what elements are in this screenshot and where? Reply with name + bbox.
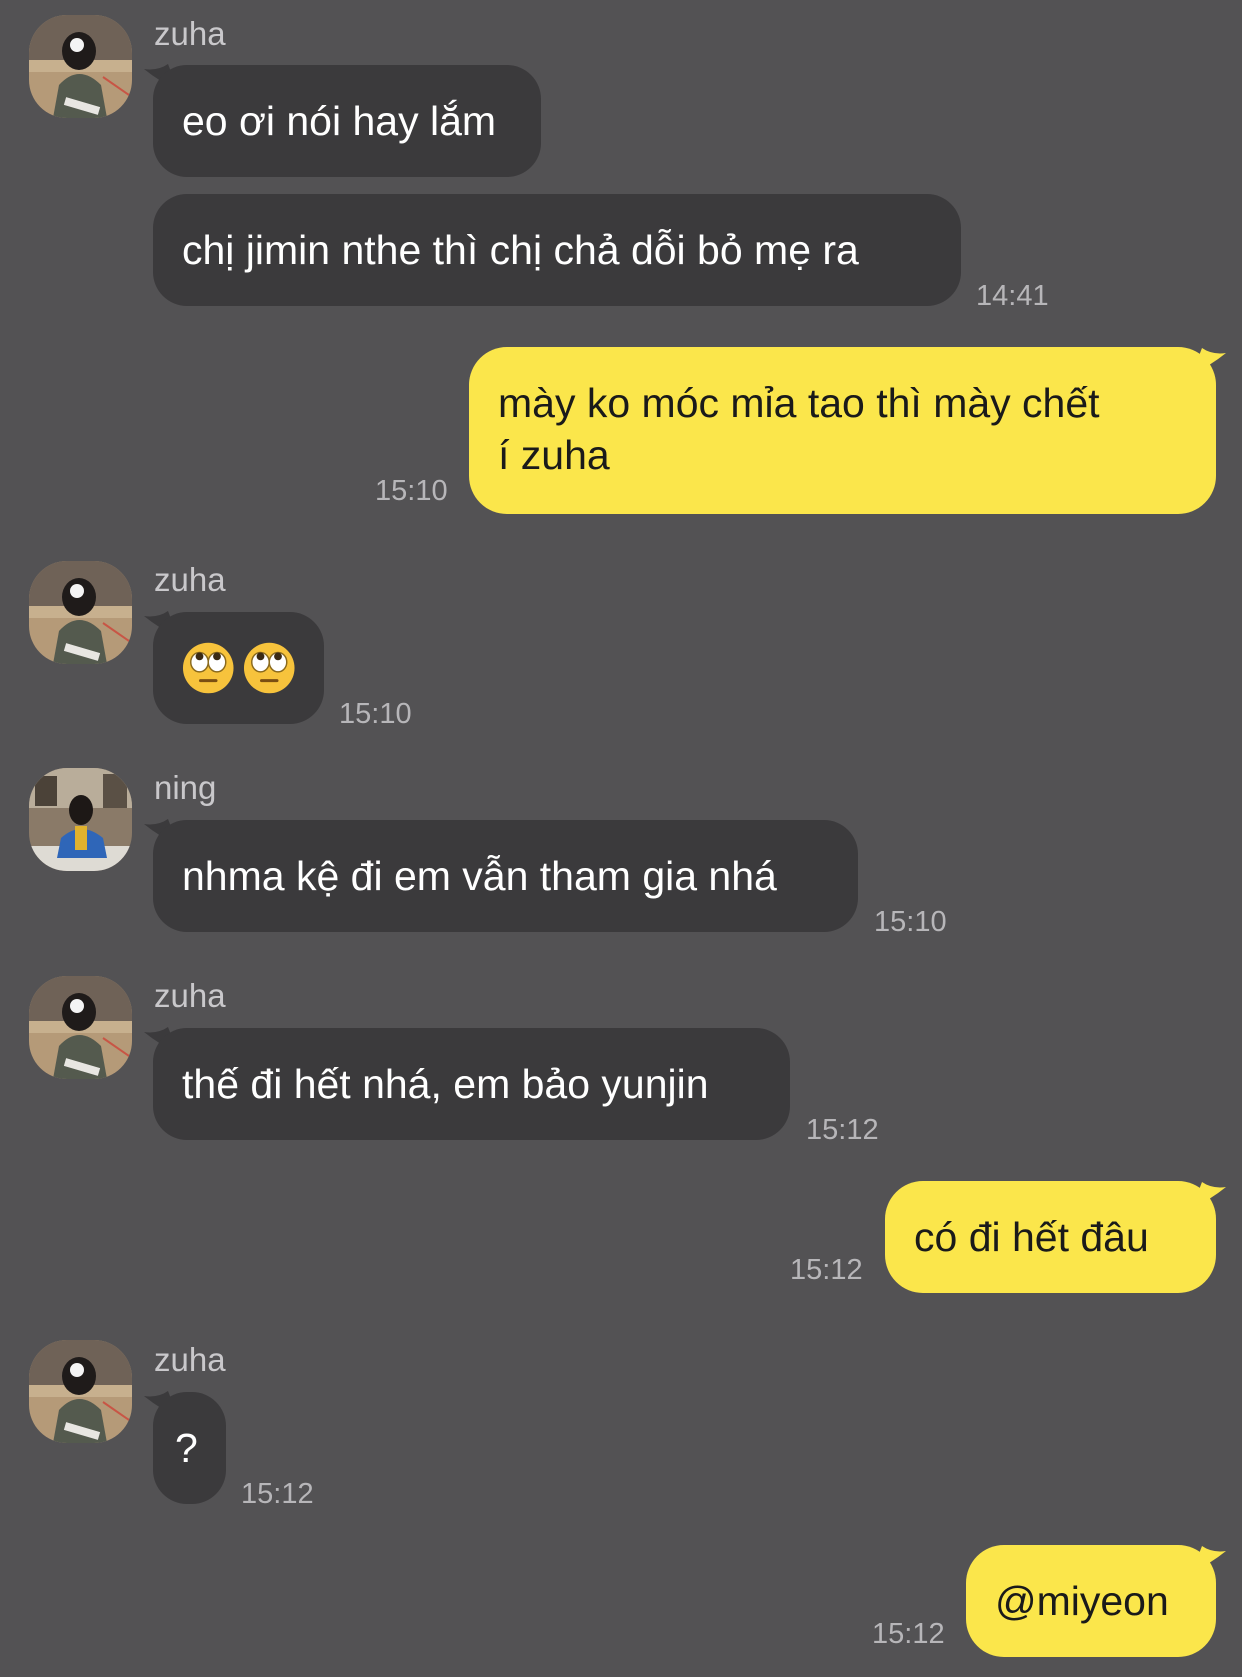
message-timestamp: 15:12 (806, 1114, 879, 1146)
message-timestamp: 15:10 (375, 475, 448, 507)
message-timestamp: 15:12 (790, 1254, 863, 1286)
sender-name: ning (154, 769, 217, 806)
sender-name: zuha (154, 561, 226, 598)
incoming-message-bubble[interactable] (153, 612, 324, 724)
outgoing-message-bubble[interactable]: có đi hết đâu (885, 1181, 1216, 1293)
message-timestamp: 15:12 (241, 1478, 314, 1510)
message-text: @miyeon (995, 1578, 1169, 1624)
bubble-tail (1192, 1546, 1226, 1576)
sender-avatar-zuha[interactable] (29, 561, 132, 664)
incoming-message-bubble[interactable]: thế đi hết nhá, em bảo yunjin (153, 1028, 790, 1140)
outgoing-message-bubble[interactable]: mày ko móc mỉa tao thì mày chết í zuha (469, 347, 1216, 514)
bubble-tail (1192, 1182, 1226, 1212)
incoming-message-bubble[interactable]: ? (153, 1392, 226, 1504)
sender-avatar-zuha[interactable] (29, 1340, 132, 1443)
face-with-rolling-eyes-emoji (182, 642, 234, 694)
outgoing-message-bubble[interactable]: @miyeon (966, 1545, 1216, 1657)
message-text: thế đi hết nhá, em bảo yunjin (182, 1061, 709, 1107)
message-text: mày ko móc mỉa tao thì mày chết í zuha (498, 380, 1100, 478)
sender-avatar-zuha[interactable] (29, 976, 132, 1079)
message-text: có đi hết đâu (914, 1214, 1149, 1260)
message-timestamp: 15:12 (872, 1618, 945, 1650)
message-timestamp: 15:10 (339, 698, 412, 730)
sender-name: zuha (154, 977, 226, 1014)
message-text: ? (175, 1425, 198, 1471)
sender-avatar-zuha[interactable] (29, 15, 132, 118)
incoming-message-bubble[interactable]: nhma kệ đi em vẫn tham gia nhá (153, 820, 858, 932)
incoming-message-bubble[interactable]: chị jimin nthe thì chị chả dỗi bỏ mẹ ra (153, 194, 961, 306)
sender-avatar-ning[interactable] (29, 768, 132, 871)
message-timestamp: 14:41 (976, 280, 1049, 312)
sender-name: zuha (154, 15, 226, 52)
incoming-message-bubble[interactable]: eo ơi nói hay lắm (153, 65, 541, 177)
message-timestamp: 15:10 (874, 906, 947, 938)
face-with-rolling-eyes-emoji (243, 642, 295, 694)
message-text: nhma kệ đi em vẫn tham gia nhá (182, 853, 777, 899)
message-text: eo ơi nói hay lắm (182, 98, 497, 144)
sender-name: zuha (154, 1341, 226, 1378)
chat-thread[interactable]: zuha eo ơi nói hay lắm chị jimin nthe th… (0, 0, 1242, 1677)
message-text: chị jimin nthe thì chị chả dỗi bỏ mẹ ra (182, 227, 859, 273)
bubble-tail (1192, 348, 1226, 378)
